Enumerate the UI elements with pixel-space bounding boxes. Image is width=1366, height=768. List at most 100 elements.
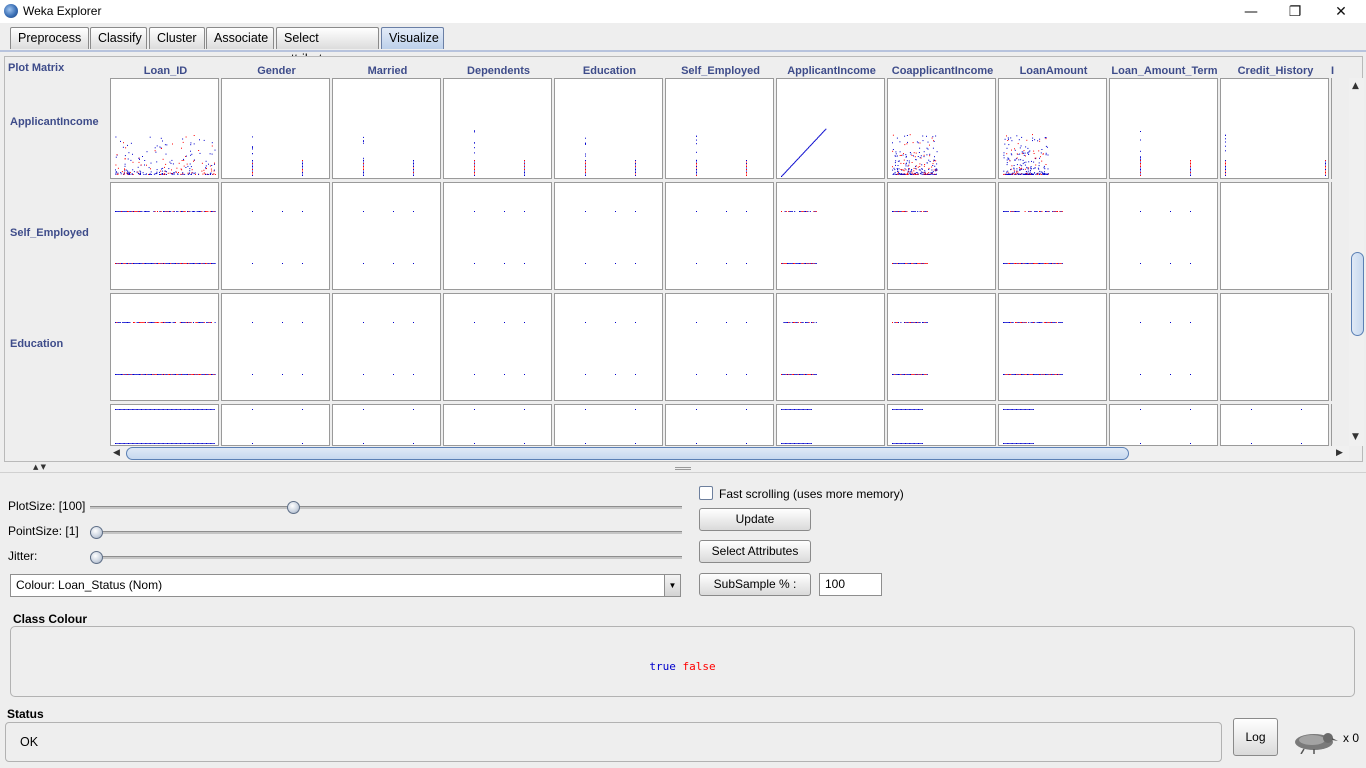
scatter-cell[interactable] xyxy=(887,182,996,290)
scatter-cell[interactable] xyxy=(998,293,1107,401)
scatter-cell[interactable] xyxy=(998,404,1107,446)
scatter-cell[interactable] xyxy=(1331,404,1332,446)
scatter-cell[interactable] xyxy=(332,78,441,179)
tab-classify[interactable]: Classify xyxy=(90,27,147,49)
scatter-cell[interactable] xyxy=(665,293,774,401)
point-size-slider[interactable] xyxy=(90,525,682,541)
scatter-cell[interactable] xyxy=(776,293,885,401)
jitter-slider[interactable] xyxy=(90,550,682,566)
scatter-points xyxy=(115,211,216,264)
chevron-down-icon[interactable]: ▼ xyxy=(664,575,680,596)
tab-preprocess[interactable]: Preprocess xyxy=(10,27,89,49)
tab-cluster[interactable]: Cluster xyxy=(149,27,205,49)
scatter-cell[interactable] xyxy=(665,182,774,290)
column-label: LoanAmount xyxy=(1019,65,1088,77)
scatter-cell[interactable] xyxy=(221,404,330,446)
horizontal-scrollbar[interactable]: ◀ ▶ xyxy=(110,446,1349,461)
plot-size-slider[interactable] xyxy=(90,500,682,516)
vertical-scroll-thumb[interactable] xyxy=(1351,252,1364,336)
vertical-scrollbar[interactable]: ▲ ▼ xyxy=(1349,78,1364,446)
scatter-points xyxy=(892,322,928,375)
scroll-right-icon[interactable]: ▶ xyxy=(1336,448,1343,458)
scatter-cell[interactable] xyxy=(443,78,552,179)
scatter-cell[interactable] xyxy=(887,404,996,446)
scatter-cell[interactable] xyxy=(776,78,885,179)
minimize-button[interactable]: — xyxy=(1228,0,1274,23)
scatter-cell[interactable] xyxy=(1109,293,1218,401)
tab-select-attributes[interactable]: Select attributes xyxy=(276,27,379,66)
scatter-cell[interactable] xyxy=(776,404,885,446)
point-size-knob[interactable] xyxy=(90,526,103,539)
plot-size-label: PlotSize: [100] xyxy=(8,499,86,513)
scatter-cell[interactable] xyxy=(443,182,552,290)
scatter-cell[interactable] xyxy=(332,182,441,290)
scatter-cell[interactable] xyxy=(221,182,330,290)
scroll-up-icon[interactable]: ▲ xyxy=(1352,81,1359,91)
maximize-button[interactable]: ❐ xyxy=(1272,0,1318,23)
scatter-cell[interactable] xyxy=(1109,78,1218,179)
colour-select[interactable]: Colour: Loan_Status (Nom) ▼ xyxy=(10,574,681,597)
scatter-cell[interactable] xyxy=(887,78,996,179)
scatter-cell[interactable] xyxy=(221,78,330,179)
scatter-cell[interactable] xyxy=(110,182,219,290)
close-button[interactable]: ✕ xyxy=(1318,0,1364,23)
jitter-knob[interactable] xyxy=(90,551,103,564)
scatter-cell[interactable] xyxy=(1109,404,1218,446)
legend-false[interactable]: false xyxy=(683,660,716,673)
scroll-left-icon[interactable]: ◀ xyxy=(113,448,120,458)
scatter-cell[interactable] xyxy=(554,293,663,401)
log-button[interactable]: Log xyxy=(1233,718,1278,756)
column-label: CoapplicantIncome xyxy=(891,65,994,77)
scatter-cell[interactable] xyxy=(443,404,552,446)
scatter-cell[interactable] xyxy=(1109,182,1218,290)
scatter-cell[interactable] xyxy=(443,293,552,401)
scatter-cell[interactable] xyxy=(1331,78,1332,179)
scatter-cell[interactable] xyxy=(1331,182,1332,290)
column-label: Married xyxy=(367,65,408,77)
scatter-cell[interactable] xyxy=(110,293,219,401)
horizontal-scroll-thumb[interactable] xyxy=(126,447,1129,460)
plot-size-knob[interactable] xyxy=(286,501,300,514)
scatter-cell[interactable] xyxy=(110,404,219,446)
scatter-cell[interactable] xyxy=(665,404,774,446)
scatter-points xyxy=(1225,134,1326,176)
slider-track xyxy=(90,506,682,509)
scatter-cell[interactable] xyxy=(332,293,441,401)
scatter-points xyxy=(1003,134,1049,175)
scatter-points xyxy=(363,211,414,264)
weka-bird-icon[interactable] xyxy=(1290,728,1338,755)
scatter-cell[interactable] xyxy=(998,78,1107,179)
scatter-cell[interactable] xyxy=(776,182,885,290)
scatter-cell[interactable] xyxy=(221,293,330,401)
scatter-cell[interactable] xyxy=(665,78,774,179)
status-title: Status xyxy=(7,707,44,721)
split-expand-icon[interactable]: ▲ ▼ xyxy=(33,463,46,471)
scatter-cell[interactable] xyxy=(110,78,219,179)
scatter-cell[interactable] xyxy=(887,293,996,401)
scatter-cell[interactable] xyxy=(1220,293,1329,401)
scatter-cell[interactable] xyxy=(332,404,441,446)
scatter-points xyxy=(892,409,923,444)
scatter-points xyxy=(1003,322,1063,375)
scatter-cell[interactable] xyxy=(554,182,663,290)
scatter-cell[interactable] xyxy=(1331,293,1332,401)
split-divider[interactable]: ▲ ▼ xyxy=(0,463,1366,473)
scatter-cell[interactable] xyxy=(1220,404,1329,446)
split-grip-icon[interactable] xyxy=(675,467,691,470)
scatter-cell[interactable] xyxy=(1220,78,1329,179)
subsample-input[interactable]: 100 xyxy=(819,573,882,596)
subsample-button[interactable]: SubSample % : xyxy=(699,573,811,596)
scroll-down-icon[interactable]: ▼ xyxy=(1352,432,1359,442)
scatter-cell[interactable] xyxy=(554,78,663,179)
scatter-cell[interactable] xyxy=(554,404,663,446)
scatter-cell[interactable] xyxy=(998,182,1107,290)
tab-associate[interactable]: Associate xyxy=(206,27,274,49)
select-attributes-button[interactable]: Select Attributes xyxy=(699,540,811,563)
scatter-plot-grid[interactable] xyxy=(110,78,1332,446)
column-label: Loan_Amount_Term xyxy=(1111,65,1218,77)
update-button[interactable]: Update xyxy=(699,508,811,531)
fast-scrolling-checkbox[interactable] xyxy=(699,486,713,500)
legend-true[interactable]: true xyxy=(649,660,676,673)
scatter-cell[interactable] xyxy=(1220,182,1329,290)
tab-visualize[interactable]: Visualize xyxy=(381,27,444,49)
